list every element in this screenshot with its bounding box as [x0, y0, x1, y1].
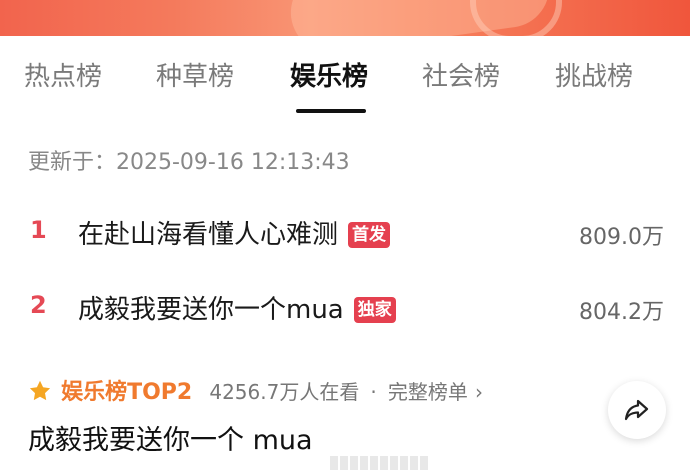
first-release-badge: 首发 — [348, 222, 391, 248]
ranking-info: 娱乐榜TOP2 4256.7万人在看 · 完整榜单 › — [28, 374, 483, 405]
viewer-count: 4256.7万人在看 — [209, 380, 360, 404]
ranking-brand: 娱乐榜TOP2 — [61, 380, 193, 405]
tab-challenge[interactable]: 挑战榜 — [555, 56, 633, 93]
share-icon — [624, 399, 649, 421]
tab-bar: 热点榜 种草榜 娱乐榜 社会榜 挑战榜 — [0, 36, 690, 118]
separator-dot: · — [370, 380, 377, 404]
chevron-right-icon[interactable]: › — [475, 380, 483, 404]
heat-count: 809.0万 — [579, 225, 664, 250]
tab-fade — [660, 56, 690, 96]
tab-recommend[interactable]: 种草榜 — [156, 56, 234, 93]
full-list-link[interactable]: 完整榜单 — [388, 380, 468, 404]
featured-title: 成毅我要送你一个 mua — [28, 425, 313, 456]
share-button[interactable] — [608, 381, 666, 439]
list-item-title-text: 在赴山海看懂人心难测 — [78, 220, 339, 250]
list-item-title: 在赴山海看懂人心难测 首发 — [78, 214, 391, 251]
tab-entertainment[interactable]: 娱乐榜 — [290, 56, 368, 93]
tab-hot[interactable]: 热点榜 — [24, 56, 102, 93]
update-timestamp: 更新于：2025-09-16 12:13:43 — [28, 150, 350, 175]
banner-decoration-ring — [470, 0, 562, 36]
list-item[interactable]: 1 在赴山海看懂人心难测 首发 809.0万 — [0, 206, 690, 256]
watermark — [330, 456, 430, 470]
list-item-title: 成毅我要送你一个mua 独家 — [78, 289, 396, 326]
tab-society[interactable]: 社会榜 — [422, 56, 500, 93]
list-item[interactable]: 2 成毅我要送你一个mua 独家 804.2万 — [0, 281, 690, 331]
heat-count: 804.2万 — [579, 300, 664, 325]
rank-number: 2 — [30, 291, 47, 319]
exclusive-badge: 独家 — [353, 297, 396, 323]
header-banner — [0, 0, 690, 36]
active-tab-indicator — [296, 109, 366, 113]
rank-number: 1 — [30, 216, 47, 244]
list-item-title-text: 成毅我要送你一个mua — [78, 295, 344, 325]
star-icon — [29, 380, 51, 401]
